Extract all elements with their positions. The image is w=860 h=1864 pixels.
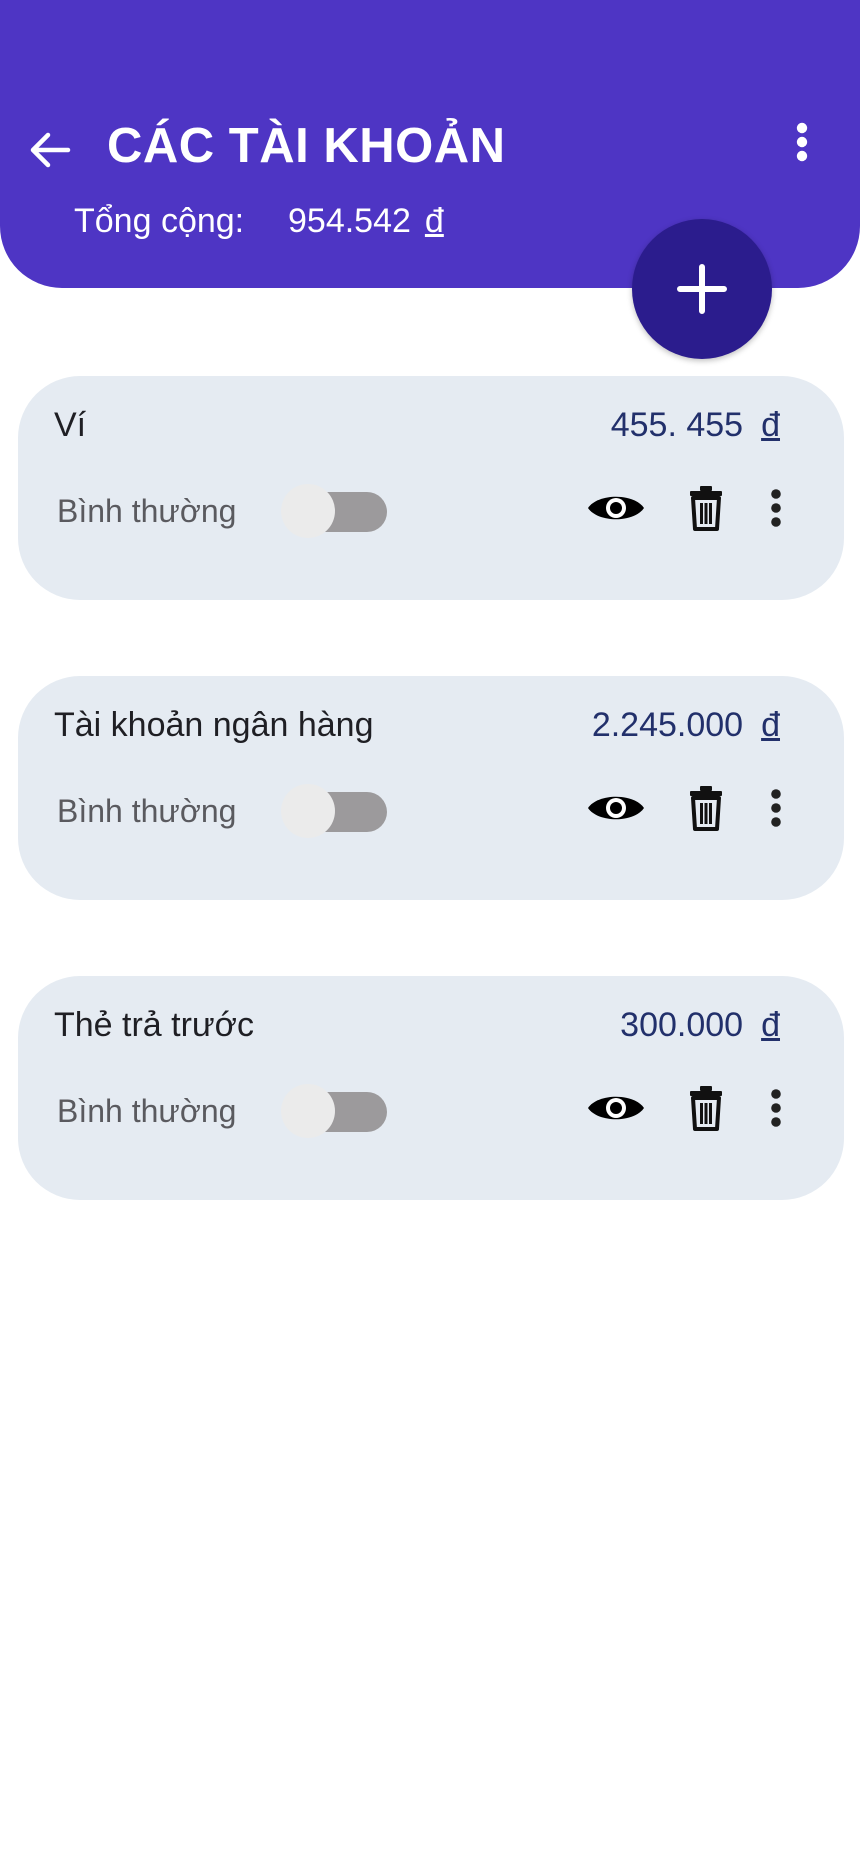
arrow-left-icon [30, 132, 71, 168]
account-menu-button[interactable] [762, 1082, 790, 1134]
account-card[interactable]: Tài khoản ngân hàng 2.245.000 đ Bình thư… [18, 676, 844, 900]
account-balance-value: 2.245.000 [591, 706, 744, 744]
account-currency: đ [761, 406, 780, 444]
more-vert-icon [771, 489, 781, 527]
account-menu-button[interactable] [762, 482, 790, 534]
visibility-button[interactable] [584, 486, 648, 530]
more-vert-icon [796, 122, 808, 162]
account-menu-button[interactable] [762, 782, 790, 834]
account-mode-label: Bình thường [57, 793, 237, 829]
header-menu-button[interactable] [780, 116, 824, 168]
visibility-button[interactable] [584, 786, 648, 830]
accounts-screen: CÁC TÀI KHOẢN Tổng cộng: 954.542 đ Ví 45… [0, 0, 860, 1864]
account-mode-toggle[interactable] [263, 482, 393, 538]
back-button[interactable] [22, 122, 78, 178]
account-mode-toggle[interactable] [263, 782, 393, 838]
delete-button[interactable] [684, 1082, 728, 1134]
account-currency: đ [761, 706, 780, 744]
toggle-knob [281, 1084, 335, 1138]
page-title: CÁC TÀI KHOẢN [107, 119, 506, 173]
account-balance-value: 300.000 [620, 1006, 744, 1044]
account-mode-label: Bình thường [57, 493, 237, 529]
account-name: Thẻ trả trước [54, 1006, 254, 1044]
account-mode-label: Bình thường [57, 1093, 237, 1129]
trash-icon [690, 486, 722, 531]
total-label: Tổng cộng: [74, 201, 245, 240]
delete-button[interactable] [684, 482, 728, 534]
visibility-button[interactable] [584, 1086, 648, 1130]
account-mode-toggle[interactable] [263, 1082, 393, 1138]
total-currency: đ [424, 201, 444, 240]
delete-button[interactable] [684, 782, 728, 834]
account-balance: 455. 455 đ [611, 402, 780, 448]
more-vert-icon [771, 789, 781, 827]
total-summary: Tổng cộng: 954.542 đ [74, 198, 444, 244]
eye-icon [588, 1096, 644, 1120]
toggle-knob [281, 784, 335, 838]
toggle-knob [281, 484, 335, 538]
trash-icon [690, 786, 722, 831]
eye-icon [588, 496, 644, 520]
trash-icon [690, 1086, 722, 1131]
account-balance-value: 455. 455 [610, 406, 744, 444]
add-account-button[interactable] [632, 219, 772, 359]
account-balance: 2.245.000 đ [592, 702, 780, 748]
total-value: 954.542 [288, 201, 411, 240]
account-card[interactable]: Thẻ trả trước 300.000 đ Bình thường [18, 976, 844, 1200]
account-name: Ví [54, 406, 87, 444]
account-name: Tài khoản ngân hàng [54, 706, 374, 744]
more-vert-icon [771, 1089, 781, 1127]
eye-icon [588, 796, 644, 820]
account-card[interactable]: Ví 455. 455 đ Bình thường [18, 376, 844, 600]
account-balance: 300.000 đ [620, 1002, 780, 1048]
account-currency: đ [761, 1006, 780, 1044]
plus-icon [677, 264, 727, 314]
